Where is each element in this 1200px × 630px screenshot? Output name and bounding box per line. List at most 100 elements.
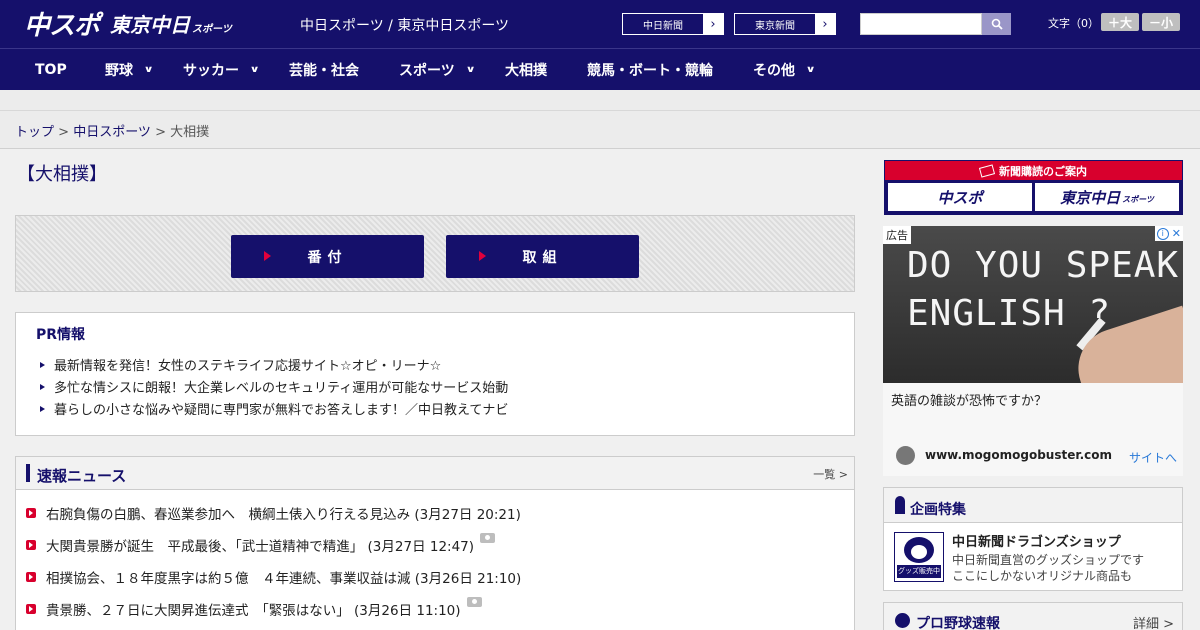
ad-cta-link[interactable]: サイトへ bbox=[1129, 449, 1177, 466]
news-header: 速報ニュース 一覧 > bbox=[16, 457, 854, 490]
font-size-increase-button[interactable]: ＋大 bbox=[1101, 13, 1139, 31]
font-size-label: 文字（0） bbox=[1048, 17, 1099, 30]
sumo-menu-box: 番付 取組 bbox=[15, 215, 855, 292]
nav-label: 競馬・ボート・競輪 bbox=[587, 63, 713, 79]
pr-item[interactable]: 多忙な情シスに朗報！大企業レベルのセキュリティ運用が可能なサービス始動 bbox=[40, 375, 508, 397]
nav-item-soccer[interactable]: サッカー ∨ bbox=[183, 49, 260, 91]
arrow-square-icon bbox=[26, 540, 36, 550]
feature-header: 企画特集 bbox=[884, 488, 1182, 523]
nav-item-sumo[interactable]: 大相撲 bbox=[505, 49, 547, 91]
tokyo-logo-text: 東京中日 bbox=[110, 12, 190, 37]
nav-item-racing[interactable]: 競馬・ボート・競輪 bbox=[587, 49, 713, 91]
banzuke-button[interactable]: 番付 bbox=[231, 235, 424, 278]
nav-item-top[interactable]: TOP bbox=[35, 49, 67, 91]
nav-item-other[interactable]: その他 ∨ bbox=[753, 49, 816, 91]
arrow-square-icon bbox=[26, 604, 36, 614]
pr-item-text: 最新情報を発信！女性のステキライフ応援サイト☆オピ・リーナ☆ bbox=[54, 358, 442, 374]
chevron-down-icon: ∨ bbox=[143, 65, 154, 75]
news-title: 速報ニュース bbox=[37, 467, 127, 485]
tokyo-shimbun-link[interactable]: 東京新聞 › bbox=[734, 13, 836, 35]
mascot-icon bbox=[904, 537, 934, 563]
tokyo-chunichi-logo[interactable]: 東京中日 スポーツ bbox=[110, 6, 232, 40]
tokyo-subscribe-logo[interactable]: 東京中日 スポーツ bbox=[1035, 183, 1179, 211]
dragons-shop-title[interactable]: 中日新聞ドラゴンズショップ bbox=[952, 531, 1121, 550]
breadcrumb-current: 大相撲 bbox=[170, 125, 210, 140]
subscription-logos: 中スポ 東京中日 スポーツ bbox=[885, 180, 1182, 214]
breadcrumb-top-link[interactable]: トップ bbox=[15, 125, 54, 140]
news-item-text: 右腕負傷の白鵬、春巡業参加へ 横綱土俵入り行える見込み (3月27日 20:21… bbox=[46, 507, 521, 523]
tokyo-logo-small-text: スポーツ bbox=[192, 24, 232, 35]
search-input[interactable] bbox=[860, 13, 982, 35]
nav-label: TOP bbox=[35, 62, 67, 78]
triangle-right-icon bbox=[479, 251, 486, 261]
camera-icon bbox=[480, 533, 496, 543]
news-item[interactable]: 貴景勝、２７日に大関昇進伝達式 「緊張はない」 (3月26日 11:10) bbox=[26, 597, 521, 630]
shop-desc-line: ここにしかないオリジナル商品も bbox=[952, 569, 1133, 583]
advertisement[interactable]: DO YOU SPEAK ENGLISH ? 広告 i ✕ 英語の雑談が恐怖ですか？… bbox=[883, 226, 1183, 476]
pr-item-text: 多忙な情シスに朗報！大企業レベルのセキュリティ運用が可能なサービス始動 bbox=[54, 380, 509, 396]
chunichi-shimbun-label: 中日新聞 bbox=[643, 20, 683, 32]
news-item-text: 貴景勝、２７日に大関昇進伝達式 「緊張はない」 (3月26日 11:10) bbox=[46, 603, 461, 619]
news-item[interactable]: 右腕負傷の白鵬、春巡業参加へ 横綱土俵入り行える見込み (3月27日 20:21… bbox=[26, 503, 521, 535]
breadcrumb-chuspo-link[interactable]: 中日スポーツ bbox=[73, 125, 151, 140]
breadcrumb-separator: > bbox=[54, 125, 74, 140]
pr-item-text: 暮らしの小さな悩みや疑問に専門家が無料でお答えします！／中日教えてナビ bbox=[54, 402, 509, 418]
spacer-strip bbox=[0, 90, 1200, 111]
ribbon-icon bbox=[895, 496, 905, 514]
pr-item[interactable]: 最新情報を発信！女性のステキライフ応援サイト☆オピ・リーナ☆ bbox=[40, 353, 508, 375]
torikumi-label: 取組 bbox=[522, 249, 563, 266]
chuspo-logo-text: 中スポ bbox=[24, 10, 100, 41]
search-icon bbox=[991, 18, 1003, 30]
nav-label: スポーツ bbox=[399, 63, 455, 79]
ad-label: 広告 bbox=[883, 226, 911, 244]
ad-image-line: DO YOU SPEAK bbox=[907, 245, 1180, 286]
main-nav: TOP 野球 ∨ サッカー ∨ 芸能・社会 スポーツ ∨ 大相撲 競馬・ボート・競輪 … bbox=[0, 48, 1200, 90]
info-icon[interactable]: i bbox=[1156, 227, 1169, 240]
nav-label: 大相撲 bbox=[505, 63, 547, 79]
feature-title: 企画特集 bbox=[910, 502, 966, 518]
chuspo-logo[interactable]: 中スポ bbox=[24, 6, 100, 41]
news-item[interactable]: 相撲協会、１８年度黒字は約５億 ４年連続、事業収益は減 (3月26日 21:10… bbox=[26, 567, 521, 599]
subscription-head: 新聞購読のご案内 bbox=[885, 161, 1182, 180]
chuspo-subscribe-text: 中スポ bbox=[937, 188, 983, 207]
feature-box: 企画特集 グッズ販売中 中日新聞ドラゴンズショップ 中日新聞直営のグッズショップ… bbox=[883, 487, 1183, 591]
news-more-link[interactable]: 一覧 > bbox=[813, 466, 848, 482]
baseball-icon bbox=[895, 613, 910, 628]
nav-item-baseball[interactable]: 野球 ∨ bbox=[105, 49, 154, 91]
baseball-more-link[interactable]: 詳細 > bbox=[1133, 613, 1174, 630]
news-item-text: 大関貴景勝が誕生 平成最後、「武士道精神で精進」 (3月27日 12:47) bbox=[46, 539, 475, 555]
subscription-head-text: 新聞購読のご案内 bbox=[999, 164, 1087, 178]
nav-item-entertainment[interactable]: 芸能・社会 bbox=[289, 49, 359, 91]
search-button[interactable] bbox=[982, 13, 1011, 35]
news-list: 右腕負傷の白鵬、春巡業参加へ 横綱土俵入り行える見込み (3月27日 20:21… bbox=[26, 503, 521, 630]
pr-list: 最新情報を発信！女性のステキライフ応援サイト☆オピ・リーナ☆ 多忙な情シスに朗報… bbox=[40, 353, 508, 419]
subscription-banner[interactable]: 新聞購読のご案内 中スポ 東京中日 スポーツ bbox=[884, 160, 1183, 215]
nav-label: 芸能・社会 bbox=[289, 63, 359, 79]
arrow-square-icon bbox=[26, 572, 36, 582]
nav-label: 野球 bbox=[105, 63, 133, 79]
chunichi-shimbun-link[interactable]: 中日新聞 › bbox=[622, 13, 724, 35]
font-size-decrease-button[interactable]: －小 bbox=[1142, 13, 1180, 31]
chevron-down-icon: ∨ bbox=[805, 65, 816, 75]
news-item[interactable]: 大関貴景勝が誕生 平成最後、「武士道精神で精進」 (3月27日 12:47) bbox=[26, 533, 521, 567]
torikumi-button[interactable]: 取組 bbox=[446, 235, 639, 278]
close-icon[interactable]: ✕ bbox=[1172, 227, 1181, 240]
arrow-square-icon bbox=[26, 508, 36, 518]
bullet-icon bbox=[40, 384, 45, 390]
bullet-icon bbox=[40, 406, 45, 412]
thumbnail-tag: グッズ販売中 bbox=[897, 565, 941, 578]
tokyo-shimbun-label: 東京新聞 bbox=[755, 20, 795, 32]
chevron-right-icon: › bbox=[815, 14, 835, 34]
ad-choices[interactable]: i ✕ bbox=[1154, 226, 1183, 241]
newspaper-icon bbox=[978, 163, 996, 178]
ad-image[interactable]: DO YOU SPEAK ENGLISH ? bbox=[883, 226, 1183, 383]
tokyo-subscribe-text: 東京中日 bbox=[1060, 188, 1121, 207]
ad-headline[interactable]: 英語の雑談が恐怖ですか？ bbox=[891, 390, 1047, 409]
ad-url[interactable]: www.mogomogobuster.com bbox=[925, 448, 1112, 462]
dragons-shop-thumbnail[interactable]: グッズ販売中 bbox=[894, 532, 944, 582]
baseball-news-header: プロ野球速報 詳細 > bbox=[883, 602, 1183, 630]
chuspo-subscribe-logo[interactable]: 中スポ bbox=[888, 183, 1032, 211]
nav-item-sports[interactable]: スポーツ ∨ bbox=[399, 49, 476, 91]
chevron-down-icon: ∨ bbox=[465, 65, 476, 75]
pr-item[interactable]: 暮らしの小さな悩みや疑問に専門家が無料でお答えします！／中日教えてナビ bbox=[40, 397, 508, 419]
